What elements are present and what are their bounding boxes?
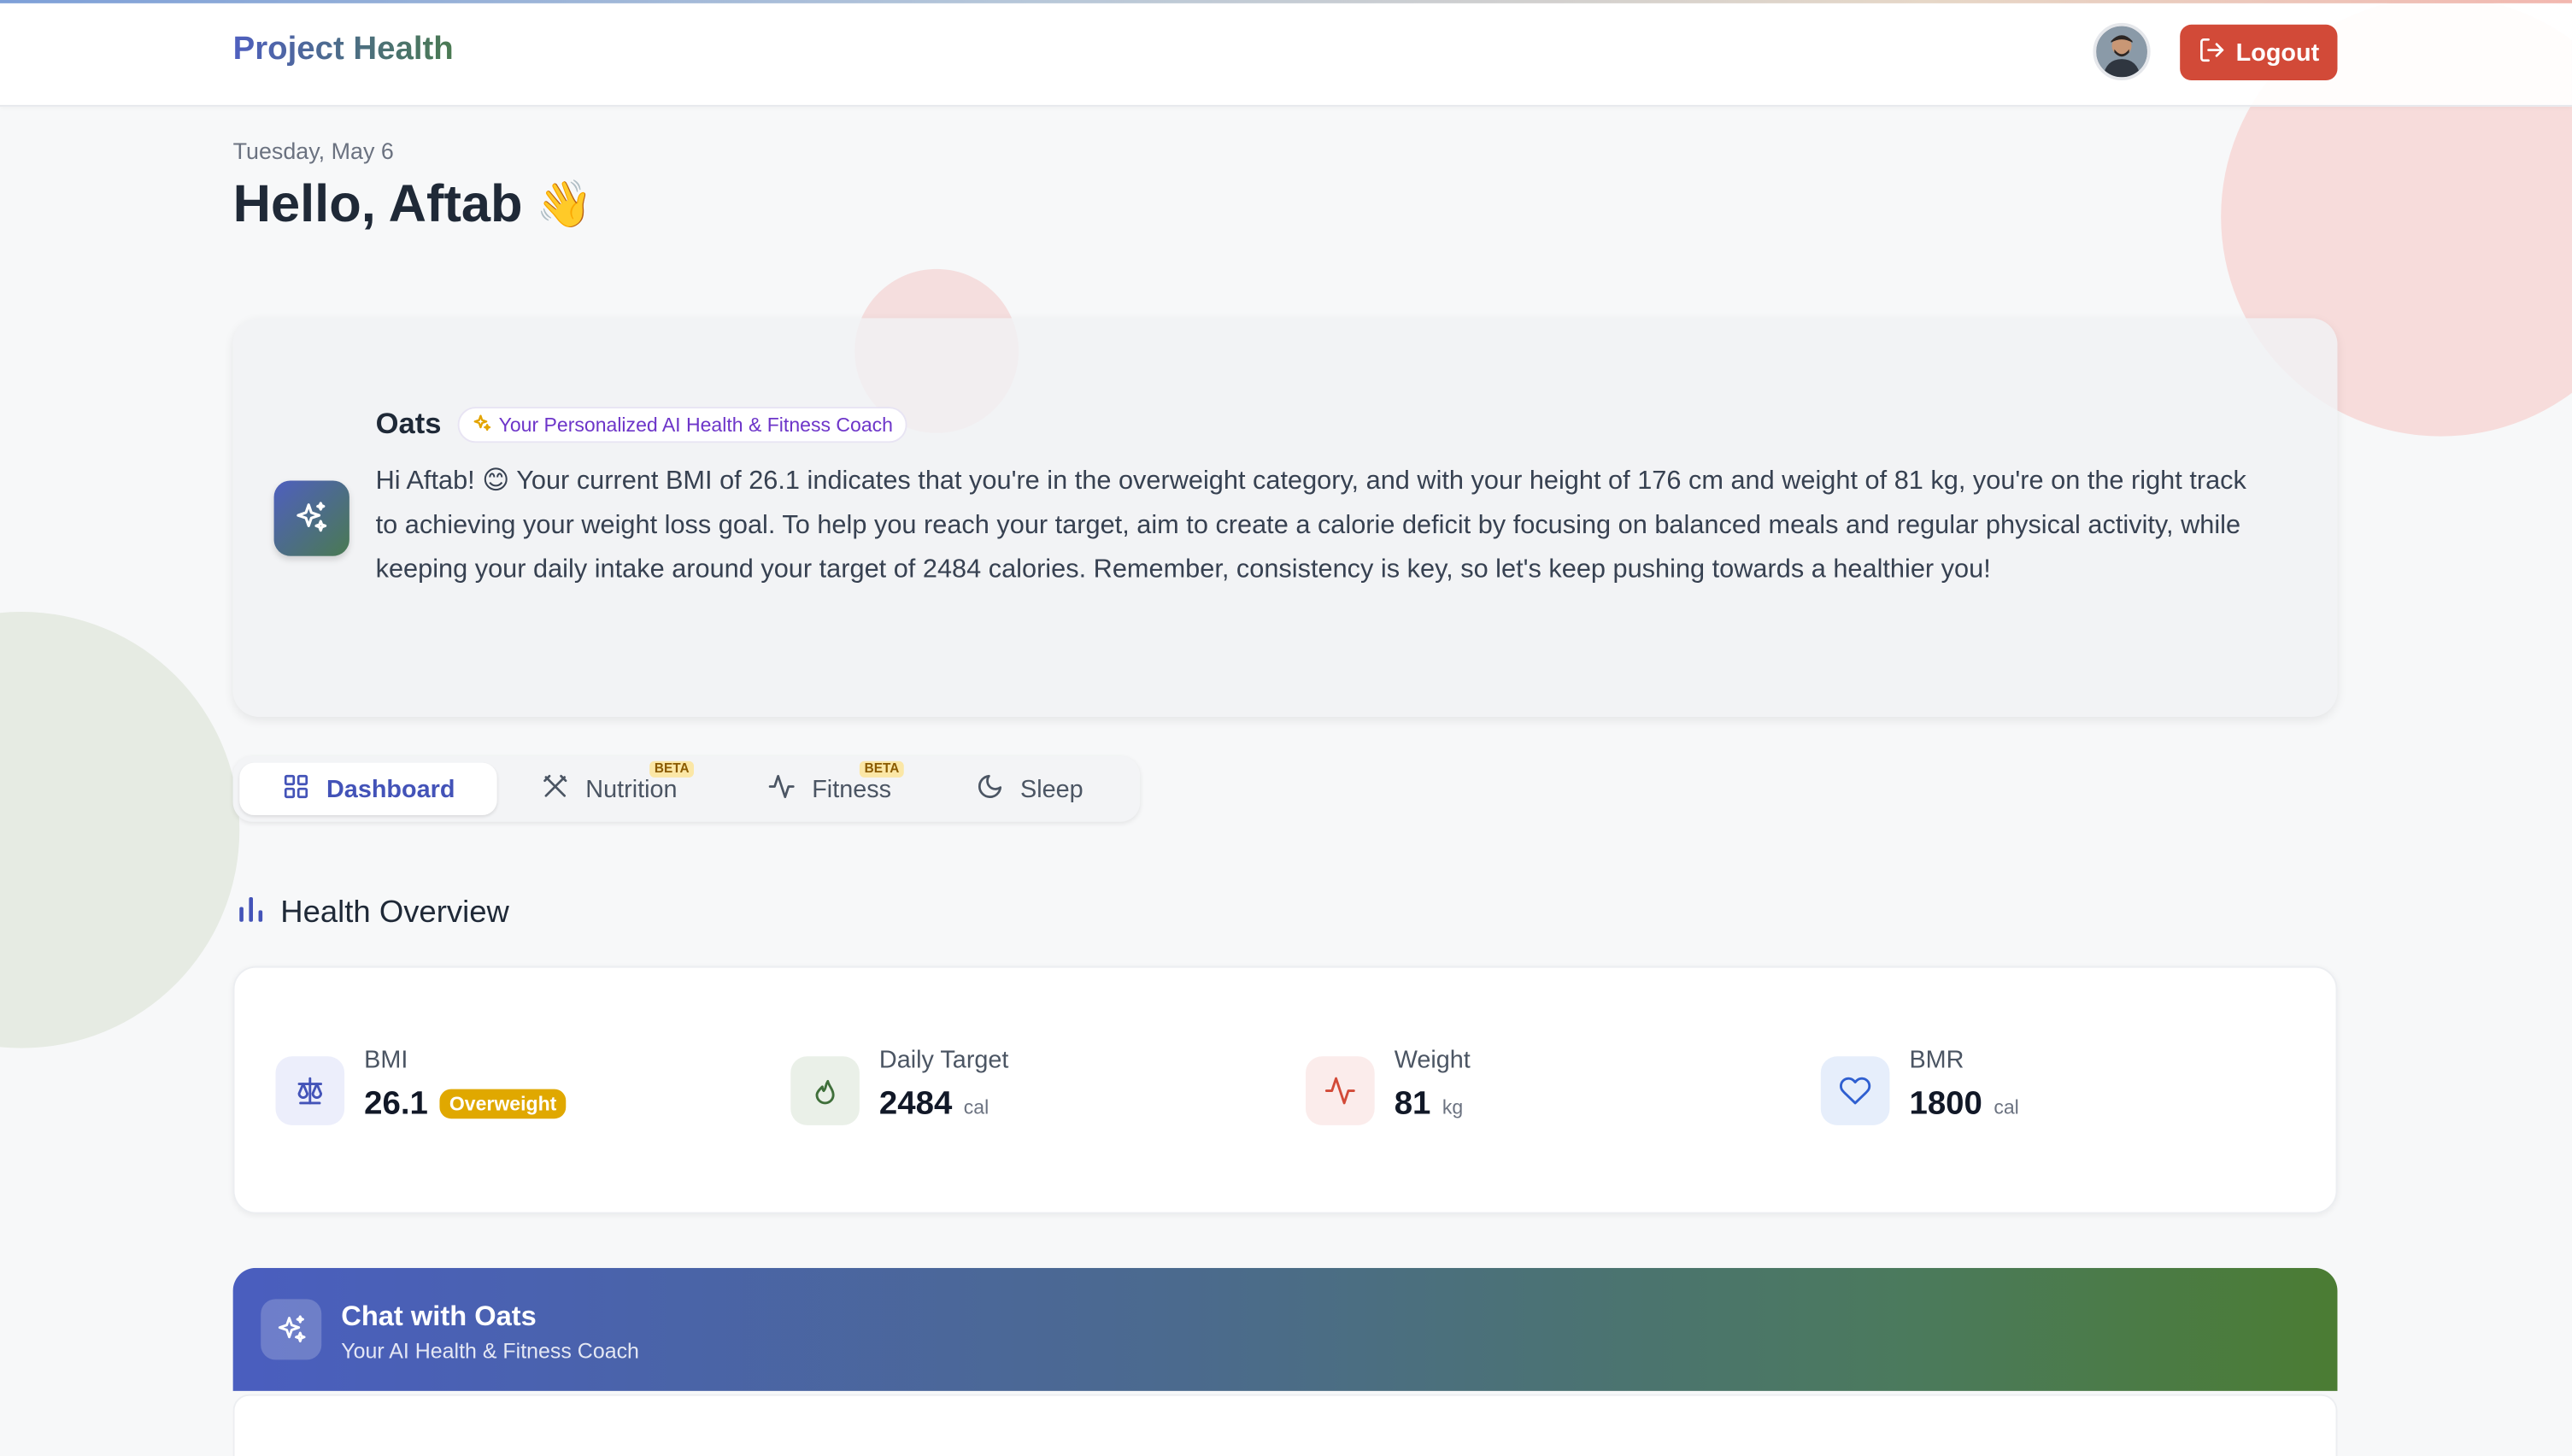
bmi-value: 26.1 [364, 1085, 428, 1123]
wave-emoji: 👋 [535, 179, 593, 230]
logout-icon [2198, 35, 2226, 69]
stat-label: BMI [364, 1046, 408, 1075]
page-title: Hello, Aftab 👋 [233, 173, 593, 234]
section-heading: Health Overview [238, 894, 509, 931]
stat-value: 26.1 Overweight [364, 1086, 567, 1124]
chat-panel: Chat with Oats Your AI Health & Fitness … [232, 1267, 2338, 1456]
beta-badge: BETA [649, 760, 695, 778]
status-badge: Overweight [439, 1089, 567, 1119]
chat-header: Chat with Oats Your AI Health & Fitness … [232, 1267, 2338, 1391]
greeting-text: Hello, Aftab [232, 173, 523, 233]
bmr-value: 1800 [1909, 1085, 1982, 1123]
pulse-icon [1306, 1056, 1375, 1125]
sparkles-icon [273, 480, 349, 556]
moon-icon [976, 772, 1004, 806]
oats-insight-card: Oats Your Personalized AI Health & Fitne… [232, 318, 2338, 717]
tab-label: Sleep [1020, 775, 1083, 803]
activity-icon [767, 772, 796, 806]
decorative-circle [0, 612, 240, 1048]
utensils-icon [541, 772, 569, 806]
current-date: Tuesday, May 6 [232, 138, 394, 164]
chat-subtitle: Your AI Health & Fitness Coach [341, 1338, 639, 1364]
tab-nutrition[interactable]: Nutrition BETA [541, 760, 695, 815]
beta-badge: BETA [859, 760, 905, 778]
logout-button[interactable]: Logout [2180, 24, 2338, 81]
chat-body [232, 1394, 2338, 1456]
coach-description-label: Your Personalized AI Health & Fitness Co… [498, 413, 893, 437]
avatar[interactable] [2093, 22, 2151, 81]
daily-target-value: 2484 [878, 1085, 953, 1123]
section-title: Health Overview [280, 895, 509, 930]
tab-label: Fitness [812, 775, 892, 803]
stat-label: BMR [1909, 1046, 1964, 1075]
bar-chart-icon [238, 894, 264, 931]
flame-icon [790, 1056, 860, 1125]
coach-description-badge: Your Personalized AI Health & Fitness Co… [457, 407, 908, 443]
logout-label: Logout [2235, 38, 2320, 67]
tab-dashboard[interactable]: Dashboard [239, 762, 498, 816]
health-stats-card: BMI 26.1 Overweight Daily Target 2484 ca… [232, 966, 2338, 1214]
stat-label: Weight [1394, 1046, 1471, 1075]
coach-message: Hi Aftab! 😊 Your current BMI of 26.1 ind… [375, 467, 2246, 584]
tab-bar: Dashboard Nutrition BETA Fitness BETA Sl… [232, 755, 1141, 822]
stat-label: Daily Target [878, 1046, 1009, 1075]
scale-icon [275, 1056, 345, 1125]
stat-unit: cal [963, 1095, 989, 1119]
page-root: Project Health Logout Tuesday, May 6 Hel… [0, 0, 2572, 1456]
stat-value: 2484 cal [879, 1086, 989, 1124]
sparkles-icon [261, 1299, 322, 1360]
top-accent-line [0, 0, 2572, 3]
chat-title: Chat with Oats [341, 1300, 537, 1332]
tab-fitness[interactable]: Fitness BETA [767, 760, 905, 815]
brand-logo[interactable]: Project Health [233, 31, 454, 68]
tab-label: Dashboard [326, 775, 455, 803]
stat-value: 81 kg [1395, 1086, 1464, 1124]
tab-sleep[interactable]: Sleep [976, 763, 1083, 815]
grid-icon [282, 772, 310, 806]
stat-unit: kg [1442, 1095, 1464, 1119]
coach-name: Oats [375, 407, 442, 440]
stat-value: 1800 cal [1909, 1086, 2018, 1124]
top-navbar: Project Health Logout [0, 3, 2572, 107]
heart-icon [1820, 1056, 1890, 1125]
stat-unit: cal [1994, 1095, 2019, 1119]
sparkle-icon [473, 413, 492, 437]
weight-value: 81 [1394, 1085, 1431, 1123]
tab-label: Nutrition [585, 775, 678, 803]
